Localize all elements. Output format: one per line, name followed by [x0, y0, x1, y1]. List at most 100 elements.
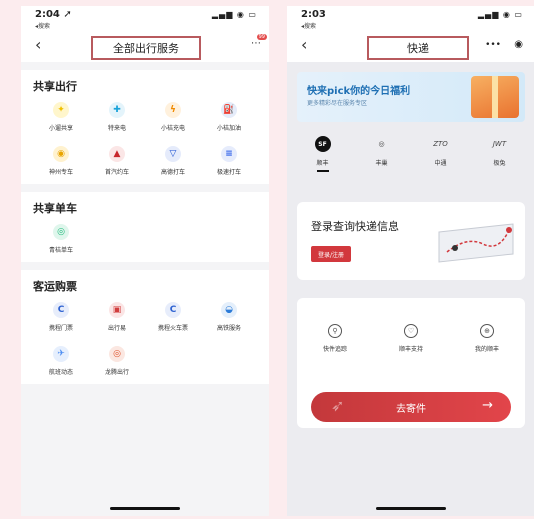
status-time: 2:03 — [301, 9, 326, 20]
status-icons: ▂▄▆ ◉ ▭ — [211, 10, 257, 19]
service-icon: ◉ — [53, 146, 69, 162]
back-icon[interactable]: ‹ — [35, 35, 41, 54]
banner-title: 快来pick你的今日福利 — [307, 86, 411, 97]
service-item[interactable]: ✦ 小遛共享 — [33, 102, 89, 132]
service-item[interactable]: ◎ 青桔单车 — [33, 224, 89, 254]
service-section: 共享单车 ◎ 青桔单车 — [21, 192, 269, 262]
service-item[interactable]: C 携程门票 — [33, 302, 89, 332]
service-icon: ✈ — [53, 346, 69, 362]
courier-name: 中通 — [434, 160, 447, 167]
more-icon[interactable]: ••• — [485, 40, 501, 50]
service-label: 出行易 — [107, 325, 126, 332]
courier-name: 顺丰 — [316, 160, 329, 167]
service-grid: ◎ 青桔单车 — [33, 224, 257, 254]
service-label: 携程门票 — [48, 325, 73, 332]
service-label: 首汽约车 — [104, 169, 129, 176]
right-phone-screen: 2:03 ◂搜索 ▂▄▆ ◉ ▭ ‹ 快递 ••• ◉ 快来pick你的今日福利… — [287, 6, 534, 516]
service-item[interactable]: ✈ 航班动态 — [33, 346, 89, 376]
back-to-search[interactable]: ◂搜索 — [35, 21, 50, 30]
status-time: 2:04 ➚ — [35, 9, 72, 20]
service-link[interactable]: ⚲ 快件追踪 — [305, 324, 365, 353]
section-title: 客运购票 — [33, 280, 77, 293]
send-package-button[interactable]: ➶ 去寄件 → — [311, 392, 511, 422]
service-label: 特来电 — [107, 125, 126, 132]
service-icon: ◎ — [109, 346, 125, 362]
courier-tab[interactable]: ZTO 中通 — [416, 136, 466, 172]
service-icon: C — [165, 302, 181, 318]
login-register-button[interactable]: 登录/注册 — [311, 246, 351, 262]
service-item[interactable]: ▲ 首汽约车 — [89, 146, 145, 176]
service-grid: C 携程门票 ▣ 出行易 C 携程火车票 ◒ 高铁服务 ✈ 航班动态 ◎ 龙腾出行 — [33, 302, 257, 376]
service-icon: C — [53, 302, 69, 318]
service-item[interactable]: ϟ 小桔充电 — [145, 102, 201, 132]
service-grid: ✦ 小遛共享 ✚ 特来电 ϟ 小桔充电 ⛽ 小桔加油 ◉ 神州专车 ▲ 首汽约车 ▽ 高德打车 ≡ 极速打车 — [33, 102, 257, 176]
service-section: 客运购票 C 携程门票 ▣ 出行易 C 携程火车票 ◒ 高铁服务 ✈ 航班动态 ◎ 龙腾出行 — [21, 270, 269, 384]
page-title-text: 快递 — [407, 42, 429, 55]
service-link-label: 我的顺丰 — [474, 346, 499, 353]
service-icon: ◎ — [53, 224, 69, 240]
courier-tab[interactable]: JWT 极兔 — [475, 136, 525, 172]
left-phone-screen: 2:04 ➚ ◂搜索 ▂▄▆ ◉ ▭ ‹ 全部出行服务 ⋯ 99 共享出行 ✦ 小遛… — [21, 6, 269, 516]
service-icon: ◒ — [221, 302, 237, 318]
banner-subtitle: 更多精彩尽在服务专区 — [307, 100, 368, 107]
service-label: 小遛共享 — [48, 125, 73, 132]
service-label: 携程火车票 — [157, 325, 188, 332]
service-sections: 共享出行 ✦ 小遛共享 ✚ 特来电 ϟ 小桔充电 ⛽ 小桔加油 ◉ 神州专车 ▲ 首汽约车 ▽ 高德打车 ≡ 极… — [21, 70, 269, 384]
send-label: 去寄件 — [396, 403, 426, 415]
service-label: 极速打车 — [216, 169, 241, 176]
section-title: 共享出行 — [33, 80, 77, 93]
service-item[interactable]: ≡ 极速打车 — [201, 146, 257, 176]
courier-tab[interactable]: SF 顺丰 — [298, 136, 348, 172]
home-indicator[interactable] — [110, 507, 180, 510]
service-link-icon: ⊕ — [480, 324, 494, 338]
service-icon: ϟ — [165, 102, 181, 118]
gift-box-icon — [471, 76, 519, 118]
service-label: 航班动态 — [48, 369, 73, 376]
login-card: 登录查询快递信息 登录/注册 — [297, 202, 525, 280]
service-item[interactable]: ▽ 高德打车 — [145, 146, 201, 176]
service-label: 高铁服务 — [216, 325, 241, 332]
section-title: 共享单车 — [33, 202, 77, 215]
service-link-icon: ♡ — [404, 324, 418, 338]
paper-plane-icon: ➶ — [331, 396, 345, 415]
service-item[interactable]: ◉ 神州专车 — [33, 146, 89, 176]
message-badge: 99 — [256, 34, 267, 40]
service-links: ⚲ 快件追踪 ♡ 顺丰支持 ⊕ 我的顺丰 — [297, 298, 525, 353]
courier-name: 丰巢 — [375, 160, 388, 167]
service-item[interactable]: ⛽ 小桔加油 — [201, 102, 257, 132]
service-link-label: 快件追踪 — [322, 346, 347, 353]
promo-banner[interactable]: 快来pick你的今日福利 更多精彩尽在服务专区 — [297, 72, 525, 122]
message-icon[interactable]: ⋯ 99 — [251, 34, 267, 49]
status-bar: 2:03 ◂搜索 ▂▄▆ ◉ ▭ — [287, 6, 534, 32]
page-title-text: 全部出行服务 — [113, 42, 179, 55]
service-item[interactable]: ◒ 高铁服务 — [201, 302, 257, 332]
active-tab-indicator — [316, 170, 329, 172]
courier-tabs: SF 顺丰 ◎ 丰巢 ZTO 中通 JWT 极兔 — [293, 136, 529, 172]
service-label: 小桔充电 — [160, 125, 185, 132]
back-icon[interactable]: ‹ — [301, 35, 307, 54]
service-icon: ▽ — [165, 146, 181, 162]
service-item[interactable]: ◎ 龙腾出行 — [89, 346, 145, 376]
courier-tab[interactable]: ◎ 丰巢 — [357, 136, 407, 172]
service-link-icon: ⚲ — [328, 324, 342, 338]
close-target-icon[interactable]: ◉ — [514, 39, 523, 50]
nav-bar: ‹ 全部出行服务 ⋯ 99 — [21, 32, 269, 62]
service-link-label: 顺丰支持 — [398, 346, 423, 353]
service-item[interactable]: ✚ 特来电 — [89, 102, 145, 132]
home-indicator[interactable] — [376, 507, 446, 510]
service-item[interactable]: C 携程火车票 — [145, 302, 201, 332]
page-title: 快递 — [367, 36, 469, 60]
courier-logo-icon: JWT — [492, 140, 507, 148]
back-to-search[interactable]: ◂搜索 — [301, 21, 316, 30]
status-icons: ▂▄▆ ◉ ▭ — [477, 10, 523, 19]
service-card: ⚲ 快件追踪 ♡ 顺丰支持 ⊕ 我的顺丰 ➶ 去寄件 → — [297, 298, 525, 428]
service-label: 龙腾出行 — [104, 369, 129, 376]
service-link[interactable]: ⊕ 我的顺丰 — [457, 324, 517, 353]
courier-logo-icon: ◎ — [378, 140, 385, 148]
courier-logo-icon: ZTO — [433, 140, 448, 148]
service-item[interactable]: ▣ 出行易 — [89, 302, 145, 332]
service-link[interactable]: ♡ 顺丰支持 — [381, 324, 441, 353]
service-icon: ▣ — [109, 302, 125, 318]
page-title: 全部出行服务 — [91, 36, 201, 60]
service-label: 高德打车 — [160, 169, 185, 176]
